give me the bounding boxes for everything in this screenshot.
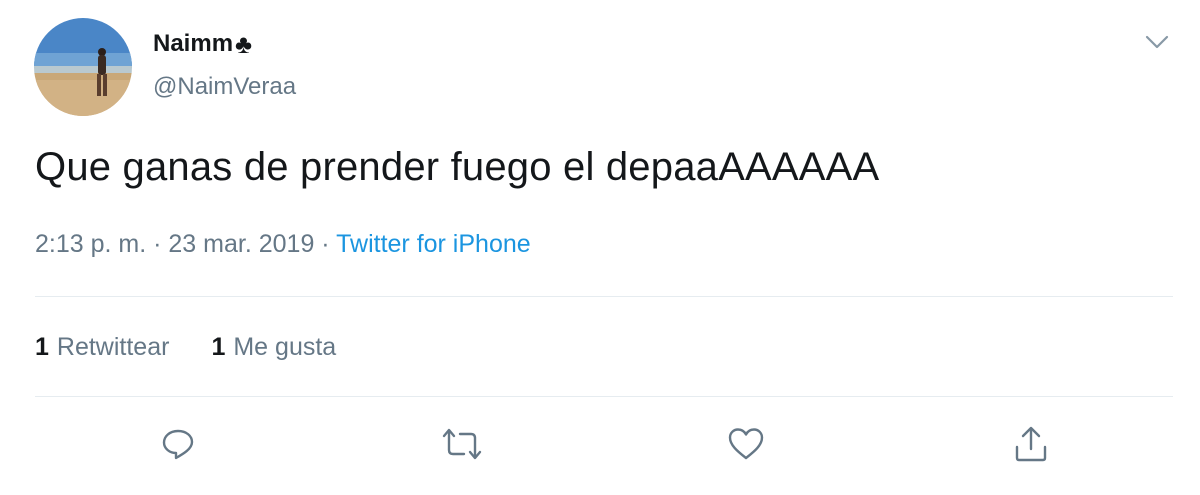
display-name[interactable]: Naimm ♣ bbox=[153, 30, 252, 58]
divider bbox=[35, 396, 1173, 397]
tweet-source-link[interactable]: Twitter for iPhone bbox=[336, 230, 531, 258]
heart-icon[interactable] bbox=[726, 424, 766, 464]
avatar[interactable] bbox=[34, 18, 132, 116]
avatar-photo bbox=[34, 18, 132, 116]
user-handle[interactable]: @NaimVeraa bbox=[153, 73, 296, 101]
meta-separator: · bbox=[321, 230, 330, 258]
tweet-card: Naimm ♣ @NaimVeraa Que ganas de prender … bbox=[0, 0, 1200, 495]
tweet-meta: 2:13 p. m. · 23 mar. 2019 · Twitter for … bbox=[35, 230, 531, 259]
meta-separator: · bbox=[153, 230, 162, 258]
club-suit-icon: ♣ bbox=[235, 29, 253, 59]
likes-count: 1 bbox=[211, 333, 226, 361]
tweet-stats: 1 Retwittear 1 Me gusta bbox=[35, 333, 336, 362]
share-icon[interactable] bbox=[1011, 424, 1051, 464]
reply-icon[interactable] bbox=[158, 424, 198, 464]
retweets-label: Retwittear bbox=[56, 333, 170, 361]
tweet-date[interactable]: 23 mar. 2019 bbox=[168, 230, 314, 258]
chevron-down-icon[interactable] bbox=[1144, 32, 1170, 52]
likes-label: Me gusta bbox=[233, 333, 337, 361]
retweets-count: 1 bbox=[35, 333, 49, 361]
tweet-text: Que ganas de prender fuego el depaaAAAAA… bbox=[35, 145, 880, 189]
retweet-icon[interactable] bbox=[442, 424, 482, 464]
display-name-text: Naimm bbox=[153, 30, 234, 57]
likes-stat[interactable]: 1 Me gusta bbox=[211, 333, 336, 362]
divider bbox=[35, 296, 1173, 297]
tweet-time[interactable]: 2:13 p. m. bbox=[35, 230, 146, 258]
retweets-stat[interactable]: 1 Retwittear bbox=[35, 333, 169, 362]
